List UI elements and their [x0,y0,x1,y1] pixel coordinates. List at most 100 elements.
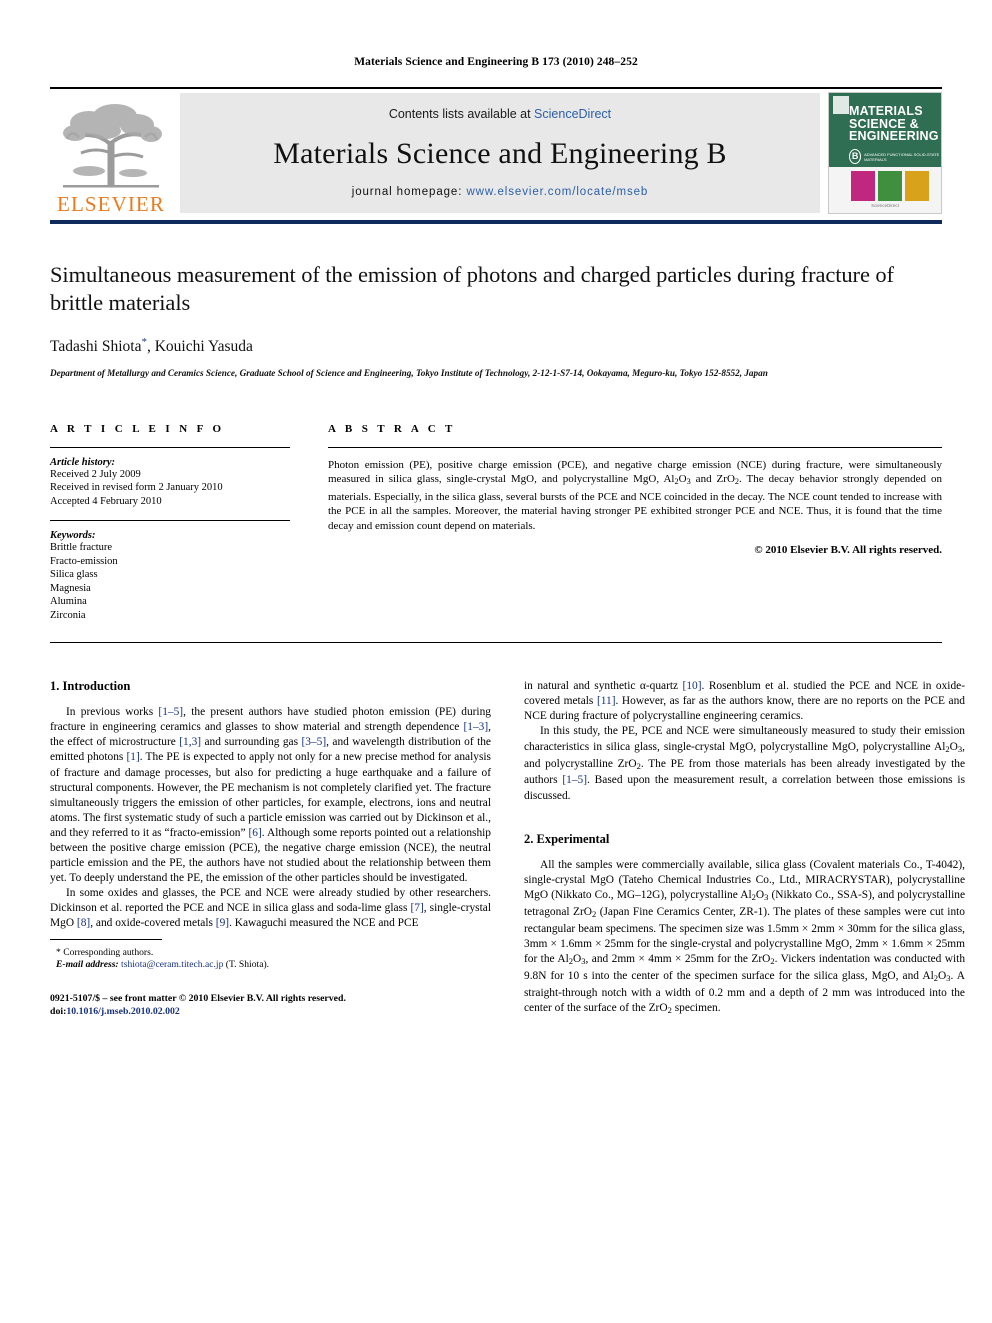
abstract-part-2: O [678,473,687,486]
masthead-center-panel: Contents lists available at ScienceDirec… [180,93,820,213]
abstract-column: A B S T R A C T Photon emission (PE), po… [328,423,942,623]
affiliation: Department of Metallurgy and Ceramics Sc… [50,368,768,379]
citation-link[interactable]: [1] [126,751,139,763]
abstract-heading: A B S T R A C T [328,422,456,435]
text-run: In this study, the PE, PCE and NCE were … [524,725,965,753]
article-history-item: Received in revised form 2 January 2010 [50,482,223,494]
keyword-item: Alumina [50,596,87,608]
keywords-label: Keywords: [50,530,96,542]
info-abstract-bottom-rule [50,642,942,644]
journal-homepage-line: journal homepage: www.elsevier.com/locat… [352,186,648,198]
elsevier-logo: ELSEVIER [50,89,172,217]
text-run: specimen. [671,1002,721,1014]
cover-elsevier-mark-icon [833,96,849,114]
email-label: E-mail address: [56,959,119,971]
email-note: E-mail address: tshiota@ceram.titech.ac.… [50,959,491,972]
doi-link[interactable]: 10.1016/j.mseb.2010.02.002 [66,1006,179,1017]
citation-link[interactable]: [11] [597,695,616,707]
author-primary: Tadashi Shiota [50,338,142,356]
citation-link[interactable]: [1–3] [463,721,488,733]
intro-paragraph-3: in natural and synthetic α-quartz [10]. … [524,679,965,724]
doi-line: doi:10.1016/j.mseb.2010.02.002 [50,1005,491,1018]
cover-swatch-magenta [851,171,875,201]
imprint-line: 0921-5107/$ – see front matter © 2010 El… [50,992,346,1004]
contents-available-line: Contents lists available at ScienceDirec… [389,107,611,121]
running-head: Materials Science and Engineering B 173 … [354,56,638,68]
keyword-item: Zirconia [50,609,86,621]
text-run: and surrounding gas [201,736,302,749]
intro-paragraph-2: In some oxides and glasses, the PCE and … [50,886,491,931]
abstract-rule [328,446,942,448]
keyword-item: Brittle fracture [50,542,113,554]
article-info-heading: A R T I C L E I N F O [50,422,225,435]
article-history-item: Accepted 4 February 2010 [50,495,162,507]
citation-link[interactable]: [9] [216,917,229,929]
intro-paragraph-1: In previous works [1–5], the present aut… [50,705,491,886]
keywords-block: Keywords: Brittle fracture Fracto-emissi… [50,520,290,622]
citation-link[interactable]: [1,3] [179,736,201,748]
journal-masthead: ELSEVIER Contents lists available at Sci… [50,87,942,217]
cover-badge-letter: B [849,149,862,164]
article-history-label: Article history: [50,456,116,468]
doi-label: doi: [50,1005,67,1017]
cover-swatch-amber [905,171,929,201]
cover-swatch-green [878,171,902,201]
abstract-text: Photon emission (PE), positive charge em… [328,458,942,534]
citation-link[interactable]: [1–5] [158,706,183,718]
text-run: . Kawaguchi measured the NCE and PCE [229,917,419,930]
text-run: In previous works [66,706,159,719]
elsevier-tree-icon [63,104,162,188]
journal-title: Materials Science and Engineering B [273,136,727,170]
text-run: O [949,740,958,753]
email-suffix: (T. Shiota). [223,959,270,971]
cover-section-badge: B ADVANCED FUNCTIONAL SOLID-STATE MATERI… [849,149,941,164]
homepage-url-link[interactable]: www.elsevier.com/locate/mseb [466,186,648,198]
abstract-part-3: and ZrO [690,473,735,486]
text-run: , and 2mm × 4mm × 25mm for the ZrO [585,952,771,965]
cover-badge-text: ADVANCED FUNCTIONAL SOLID-STATE MATERIAL… [864,151,940,162]
article-info-column: A R T I C L E I N F O Article history: R… [50,423,290,623]
info-abstract-row: A R T I C L E I N F O Article history: R… [50,423,942,623]
cover-footer-text: ScienceDirect [871,203,899,208]
keyword-item: Fracto-emission [50,555,118,567]
text-run: in natural and synthetic α-quartz [524,680,683,693]
article-history-item: Received 2 July 2009 [50,468,141,480]
section-heading-introduction: 1. Introduction [50,679,131,694]
elsevier-wordmark: ELSEVIER [57,192,165,216]
keyword-item: Silica glass [50,569,98,581]
paper-page: Materials Science and Engineering B 173 … [0,0,992,1323]
journal-cover-thumbnail: MATERIALS SCIENCE & ENGINEERING B ADVANC… [828,92,942,214]
intro-paragraph-4: In this study, the PE, PCE and NCE were … [524,724,965,803]
citation-link[interactable]: [7] [410,902,423,914]
citation-link[interactable]: [6] [248,827,261,839]
imprint-block: 0921-5107/$ – see front matter © 2010 El… [50,992,491,1018]
cover-title-line3: ENGINEERING [849,129,939,143]
citation-link[interactable]: [1–5] [562,774,587,786]
contents-prefix: Contents lists available at [388,107,535,121]
body-column-left: 1. Introduction In previous works [1–5],… [50,679,491,1018]
text-run: . Based upon the measurement result, a c… [524,774,965,802]
body-columns: 1. Introduction In previous works [1–5],… [50,679,965,1018]
text-run: . The PE is expected to apply not only f… [50,751,491,839]
footnote-block: * Corresponding authors. E-mail address:… [50,938,491,1018]
text-run: O [755,888,765,901]
citation-link[interactable]: [8] [77,917,90,929]
sciencedirect-link[interactable]: ScienceDirect [534,107,611,121]
body-column-right: in natural and synthetic α-quartz [10] . … [524,679,965,1018]
text-run: O [938,969,947,982]
author-list: Tadashi Shiota*, Kouichi Yasuda [50,336,942,356]
experimental-paragraph-1: All the samples were commercially availa… [524,858,965,1018]
citation-link[interactable]: [10] [683,680,702,692]
corresponding-author-note: * Corresponding authors. [56,946,154,958]
cover-title-line1: MATERIALS [849,104,923,118]
email-link[interactable]: tshiota@ceram.titech.ac.jp [121,959,223,970]
cover-image-swatches [851,171,929,201]
footnote-rule [50,938,162,940]
page-title: Simultaneous measurement of the emission… [50,262,894,315]
citation-link[interactable]: [3–5] [301,736,326,748]
masthead-bottom-rule [50,220,942,224]
keywords-rule [50,520,290,522]
cover-title: MATERIALS SCIENCE & ENGINEERING [849,104,939,143]
abstract-copyright: © 2010 Elsevier B.V. All rights reserved… [754,544,942,557]
homepage-prefix: journal homepage: [351,186,467,198]
